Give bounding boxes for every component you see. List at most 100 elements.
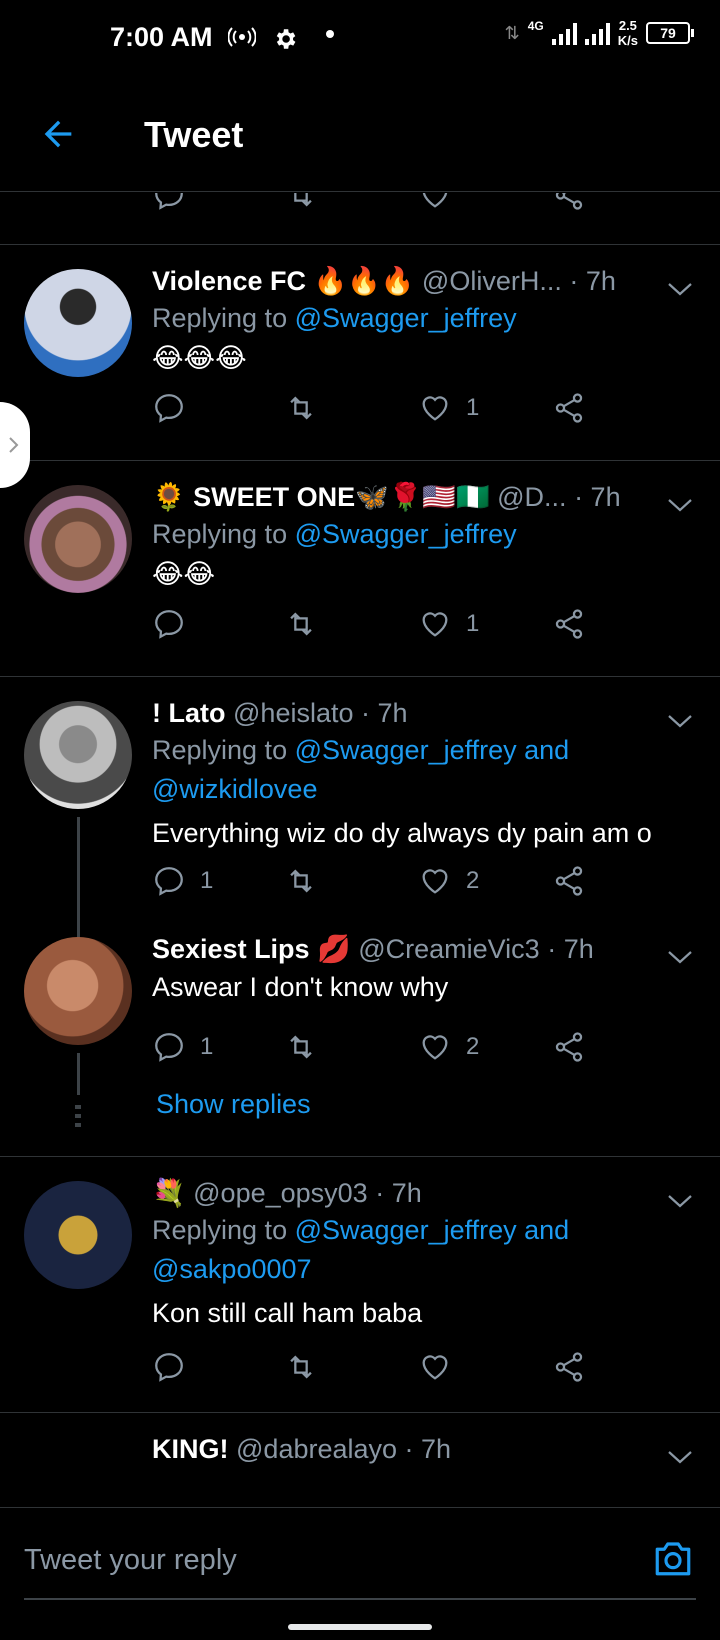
chevron-down-icon[interactable]	[666, 947, 694, 967]
page-title: Tweet	[144, 114, 244, 155]
avatar[interactable]	[24, 701, 132, 809]
share-icon[interactable]	[552, 861, 586, 901]
back-arrow-icon[interactable]	[38, 114, 78, 154]
reply-count: 1	[200, 867, 214, 894]
tweet-actions	[152, 193, 622, 215]
like-icon	[422, 1035, 448, 1060]
share-icon[interactable]	[552, 1347, 586, 1387]
tweet-actions: 1	[152, 604, 622, 644]
retweet-icon[interactable]	[284, 1347, 318, 1387]
replying-to: Replying to @Swagger_jeffrey	[152, 519, 517, 549]
retweet-icon[interactable]	[284, 1027, 318, 1067]
avatar[interactable]	[24, 485, 132, 593]
share-icon[interactable]	[552, 604, 586, 644]
camera-icon[interactable]	[652, 1538, 694, 1578]
reply-icon[interactable]	[152, 604, 200, 644]
like-count: 1	[466, 610, 480, 637]
tweet-time: · 7h	[404, 1434, 452, 1464]
thread-dots	[75, 1105, 81, 1131]
avatar[interactable]	[24, 937, 132, 1045]
reply-tweet[interactable]: 🌻 SWEET ONE🦋🌹🇺🇸🇳🇬 @D... · 7h Replying to…	[0, 461, 720, 677]
tweet-actions: 1	[152, 388, 622, 428]
tweet-header: 🌻 SWEET ONE🦋🌹🇺🇸🇳🇬 @D... · 7h	[152, 479, 700, 515]
like-icon	[422, 396, 448, 421]
tweet-text: Kon still call ham baba	[152, 1298, 423, 1328]
reply-tweet[interactable]: KING! @dabrealayo · 7h	[0, 1413, 720, 1507]
reply-tweet[interactable]: Sexiest Lips 💋 @CreamieVic3 · 7h Aswear …	[0, 934, 720, 1157]
reply-icon[interactable]	[152, 193, 186, 215]
retweet-icon[interactable]	[284, 861, 318, 901]
data-transfer-icon: ⇅	[504, 22, 520, 43]
reply-icon[interactable]	[152, 388, 200, 428]
tweet-header: ! Lato @heislato · 7h	[152, 695, 700, 731]
status-bar: 7:00 AM ⇅ 4G 2.5 K/s 79	[0, 0, 720, 84]
thread-line	[77, 817, 80, 957]
avatar[interactable]	[24, 269, 132, 377]
top-app-bar: Tweet	[0, 84, 720, 192]
user-handle[interactable]: @D...	[497, 482, 566, 512]
chevron-down-icon[interactable]	[666, 711, 694, 731]
replying-to: Replying to @Swagger_jeffrey	[152, 303, 517, 333]
mention-link[interactable]: @wizkidlovee	[152, 774, 317, 804]
signal-icon	[551, 21, 577, 45]
user-handle[interactable]: @CreamieVic3	[358, 934, 539, 964]
share-icon[interactable]	[552, 1027, 586, 1067]
display-name[interactable]: 🌻 SWEET ONE🦋🌹🇺🇸🇳🇬	[152, 482, 490, 512]
network-speed: 2.5 K/s	[617, 18, 638, 48]
retweet-icon[interactable]	[284, 388, 318, 428]
hotspot-icon	[227, 26, 257, 54]
status-time: 7:00 AM	[110, 22, 213, 52]
chevron-down-icon[interactable]	[666, 279, 694, 299]
reply-tweet[interactable]: ! Lato @heislato · 7h Replying to @Swagg…	[0, 677, 720, 957]
replies-feed[interactable]: Violence FC 🔥🔥🔥 @OliverH... · 7h Replyin…	[0, 193, 720, 1507]
thread-line	[77, 1053, 80, 1095]
mention-link[interactable]: @Swagger_jeffrey and	[295, 1215, 570, 1245]
retweet-icon[interactable]	[284, 604, 318, 644]
reply-icon	[155, 867, 183, 896]
mention-link[interactable]: @sakpo0007	[152, 1254, 312, 1284]
mention-link[interactable]: @Swagger_jeffrey and	[295, 735, 570, 765]
retweet-icon[interactable]	[284, 193, 318, 215]
signal-2-icon	[584, 21, 610, 45]
chevron-down-icon[interactable]	[666, 495, 694, 515]
user-handle[interactable]: @ope_opsy03	[193, 1178, 368, 1208]
show-replies-link[interactable]: Show replies	[156, 1089, 311, 1120]
display-name[interactable]: ! Lato	[152, 698, 226, 728]
edge-panel-handle[interactable]	[0, 402, 30, 488]
reply-button[interactable]: 1	[152, 1027, 213, 1067]
tweet-header: Sexiest Lips 💋 @CreamieVic3 · 7h	[152, 931, 700, 967]
like-button[interactable]: 2	[418, 861, 479, 901]
like-count: 2	[466, 1033, 480, 1060]
user-handle[interactable]: @heislato	[233, 698, 353, 728]
reply-count: 1	[200, 1033, 214, 1060]
reply-icon[interactable]	[152, 1347, 200, 1387]
avatar[interactable]	[24, 1181, 132, 1289]
display-name[interactable]: Sexiest Lips 💋	[152, 934, 351, 964]
like-icon[interactable]	[418, 1347, 466, 1387]
input-underline	[24, 1598, 696, 1600]
mention-link[interactable]: @Swagger_jeffrey	[295, 303, 517, 333]
display-name[interactable]: 💐	[152, 1178, 186, 1208]
reply-input[interactable]: Tweet your reply	[24, 1544, 237, 1577]
network-type: 4G	[527, 19, 544, 33]
tweet-time: · 7h	[361, 698, 408, 728]
display-name[interactable]: Violence FC 🔥🔥🔥	[152, 266, 414, 296]
chevron-down-icon[interactable]	[666, 1447, 694, 1467]
like-icon[interactable]	[418, 193, 452, 215]
like-button[interactable]: 1	[418, 388, 479, 428]
mention-link[interactable]: @Swagger_jeffrey	[295, 519, 517, 549]
display-name[interactable]: KING!	[152, 1434, 229, 1464]
reply-tweet[interactable]: Violence FC 🔥🔥🔥 @OliverH... · 7h Replyin…	[0, 245, 720, 461]
replying-to: Replying to @Swagger_jeffrey and @sakpo00…	[152, 1215, 570, 1284]
share-icon[interactable]	[552, 388, 586, 428]
reply-tweet[interactable]: 💐 @ope_opsy03 · 7h Replying to @Swagger_…	[0, 1157, 720, 1413]
like-button[interactable]: 2	[418, 1027, 479, 1067]
user-handle[interactable]: @OliverH...	[422, 266, 562, 296]
chevron-down-icon[interactable]	[666, 1191, 694, 1211]
status-right: ⇅ 4G 2.5 K/s 79	[504, 18, 694, 48]
user-handle[interactable]: @dabrealayo	[236, 1434, 397, 1464]
like-button[interactable]: 1	[418, 604, 479, 644]
home-indicator[interactable]	[288, 1624, 432, 1630]
share-icon[interactable]	[552, 193, 586, 215]
reply-button[interactable]: 1	[152, 861, 213, 901]
